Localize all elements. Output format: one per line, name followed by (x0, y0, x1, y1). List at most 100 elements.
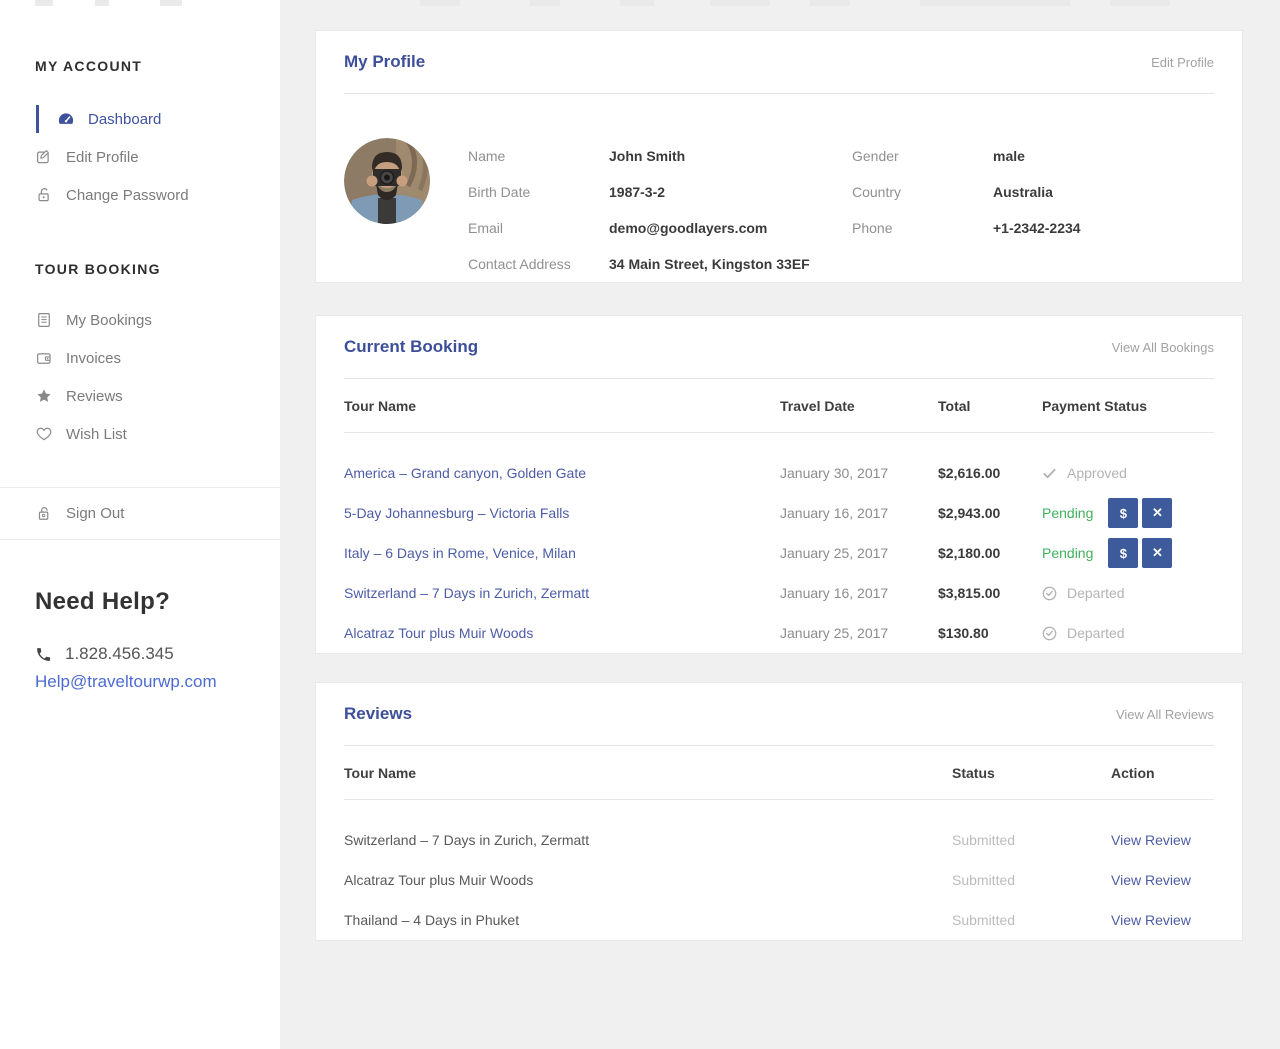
bookings-list-icon (35, 311, 53, 329)
booking-row: Alcatraz Tour plus Muir Woods January 25… (344, 613, 1214, 653)
sidebar-divider (0, 539, 280, 540)
sidebar-item-label: Invoices (66, 350, 121, 367)
booking-card-title: Current Booking (344, 337, 478, 357)
reviews-card-header: Reviews View All Reviews (316, 683, 1242, 745)
sidebar-item-label: My Bookings (66, 312, 152, 329)
review-status: Submitted (952, 912, 1111, 928)
sidebar-item-label: Reviews (66, 388, 123, 405)
tour-link[interactable]: Italy – 6 Days in Rome, Venice, Milan (344, 545, 576, 561)
edit-profile-link[interactable]: Edit Profile (1151, 55, 1214, 70)
field-label: Gender (852, 148, 993, 164)
current-booking-card: Current Booking View All Bookings Tour N… (315, 315, 1243, 654)
view-review-link[interactable]: View Review (1111, 872, 1191, 888)
edit-icon (35, 148, 53, 166)
sidebar-item-change-password[interactable]: Change Password (0, 176, 280, 214)
reviews-table-body: Switzerland – 7 Days in Zurich, Zermatt … (316, 800, 1242, 940)
sidebar-item-label: Wish List (66, 426, 127, 443)
field-value: Australia (993, 184, 1053, 200)
sidebar-item-reviews[interactable]: Reviews (0, 377, 280, 415)
review-row: Alcatraz Tour plus Muir Woods Submitted … (344, 860, 1214, 900)
payment-actions: $ ✕ (1108, 538, 1176, 568)
reviews-card-title: Reviews (344, 704, 412, 724)
booking-row: Switzerland – 7 Days in Zurich, Zermatt … (344, 573, 1214, 613)
pay-button[interactable]: $ (1108, 538, 1138, 568)
status-pending: Pending (1042, 505, 1093, 521)
help-email-link[interactable]: Help@traveltourwp.com (35, 672, 280, 692)
column-header-payment-status: Payment Status (1042, 398, 1214, 414)
profile-fields-right: Gender male Country Australia Phone +1-2… (852, 138, 1214, 282)
star-icon (35, 387, 53, 405)
view-review-link[interactable]: View Review (1111, 832, 1191, 848)
cancel-booking-button[interactable]: ✕ (1142, 538, 1172, 568)
field-value: 34 Main Street, Kingston 33EF (609, 256, 810, 272)
profile-field: Name John Smith (468, 138, 852, 174)
tour-link[interactable]: 5-Day Johannesburg – Victoria Falls (344, 505, 569, 521)
pay-button[interactable]: $ (1108, 498, 1138, 528)
travel-date: January 25, 2017 (780, 625, 938, 641)
cutoff-fragment (710, 0, 770, 6)
column-header-tour-name: Tour Name (344, 765, 952, 781)
cutoff-fragment (620, 0, 654, 6)
cutoff-fragment (530, 0, 560, 6)
column-header-action: Action (1111, 765, 1214, 781)
sidebar-item-my-bookings[interactable]: My Bookings (0, 301, 280, 339)
payment-actions: $ ✕ (1108, 498, 1176, 528)
status-label: Approved (1067, 465, 1127, 481)
help-phone-row: 1.828.456.345 (35, 644, 280, 664)
profile-fields-left: Name John Smith Birth Date 1987-3-2 Emai… (468, 138, 852, 282)
reviews-card: Reviews View All Reviews Tour Name Statu… (315, 682, 1243, 941)
travel-date: January 25, 2017 (780, 545, 938, 561)
circle-check-icon (1042, 586, 1057, 601)
tour-link[interactable]: Switzerland – 7 Days in Zurich, Zermatt (344, 585, 589, 601)
check-icon (1042, 466, 1057, 481)
profile-card-title: My Profile (344, 52, 425, 72)
status-departed: Departed (1042, 585, 1125, 601)
field-value: John Smith (609, 148, 685, 164)
profile-card-header: My Profile Edit Profile (316, 31, 1242, 93)
sidebar-item-label: Edit Profile (66, 149, 139, 166)
profile-field: Birth Date 1987-3-2 (468, 174, 852, 210)
sidebar-item-dashboard[interactable]: Dashboard (0, 100, 280, 138)
avatar-photo (344, 138, 430, 224)
sidebar-item-invoices[interactable]: Invoices (0, 339, 280, 377)
dashboard-icon (57, 110, 75, 128)
review-tour-name: Switzerland – 7 Days in Zurich, Zermatt (344, 832, 952, 848)
cutoff-fragment (1110, 0, 1170, 6)
view-all-bookings-link[interactable]: View All Bookings (1112, 340, 1214, 355)
profile-body: Name John Smith Birth Date 1987-3-2 Emai… (316, 94, 1242, 282)
review-status: Submitted (952, 872, 1111, 888)
field-value: 1987-3-2 (609, 184, 665, 200)
booking-total: $2,616.00 (938, 465, 1042, 481)
sidebar-item-edit-profile[interactable]: Edit Profile (0, 138, 280, 176)
booking-total: $3,815.00 (938, 585, 1042, 601)
cancel-booking-button[interactable]: ✕ (1142, 498, 1172, 528)
booking-total: $2,943.00 (938, 505, 1042, 521)
travel-date: January 30, 2017 (780, 465, 938, 481)
booking-row: America – Grand canyon, Golden Gate Janu… (344, 453, 1214, 493)
status-pending: Pending (1042, 545, 1093, 561)
sidebar-item-sign-out[interactable]: Sign Out (0, 488, 280, 539)
field-value: male (993, 148, 1025, 164)
tour-link[interactable]: America – Grand canyon, Golden Gate (344, 465, 586, 481)
sidebar-item-wish-list[interactable]: Wish List (0, 415, 280, 453)
review-tour-name: Thailand – 4 Days in Phuket (344, 912, 952, 928)
view-review-link[interactable]: View Review (1111, 912, 1191, 928)
travel-date: January 16, 2017 (780, 585, 938, 601)
column-header-total: Total (938, 398, 1042, 414)
heart-icon (35, 425, 53, 443)
tour-link[interactable]: Alcatraz Tour plus Muir Woods (344, 625, 533, 641)
field-label: Name (468, 148, 609, 164)
cutoff-fragment (420, 0, 460, 6)
sidebar: MY ACCOUNT Dashboard Edit Profile Chang (0, 0, 280, 1049)
account-menu: Dashboard Edit Profile Change Password (0, 100, 280, 214)
view-all-reviews-link[interactable]: View All Reviews (1116, 707, 1214, 722)
booking-row: 5-Day Johannesburg – Victoria Falls Janu… (344, 493, 1214, 533)
booking-menu: My Bookings Invoices Reviews Wish List (0, 301, 280, 453)
field-label: Country (852, 184, 993, 200)
need-help-heading: Need Help? (35, 590, 280, 614)
wallet-icon (35, 349, 53, 367)
field-label: Birth Date (468, 184, 609, 200)
need-help-section: Need Help? 1.828.456.345 Help@traveltour… (35, 590, 280, 692)
reviews-table-header: Tour Name Status Action (316, 746, 1242, 799)
column-header-tour-name: Tour Name (344, 398, 780, 414)
